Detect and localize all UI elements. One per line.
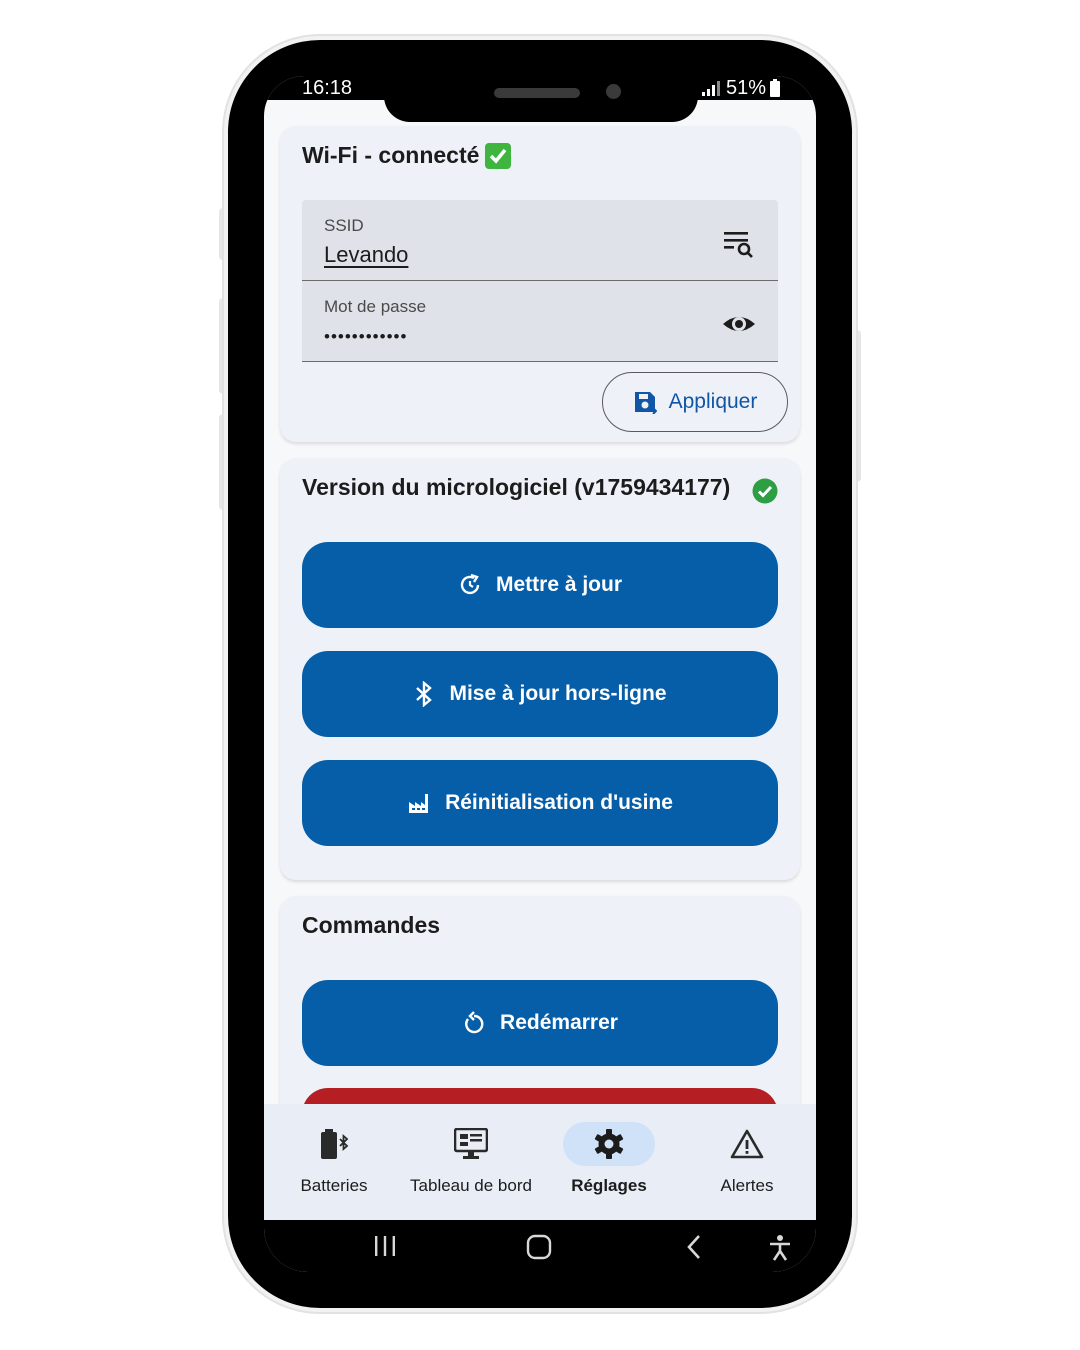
front-camera: [606, 84, 621, 99]
nav-label-alerts: Alertes: [720, 1176, 774, 1195]
nav-item-settings[interactable]: Réglages: [540, 1104, 678, 1220]
eye-icon[interactable]: [722, 307, 756, 341]
battery-icon: [770, 79, 780, 97]
battery-percent: 51%: [725, 77, 766, 99]
system-navigation-bar: [264, 1220, 816, 1272]
wifi-card: Wi-Fi - connecté SSID Levando Mot de pas…: [280, 126, 800, 442]
bixby-button: [219, 414, 227, 510]
restart-button[interactable]: Redémarrer: [302, 980, 778, 1066]
status-time: 16:18: [302, 77, 353, 99]
volume-down-button: [219, 298, 227, 394]
nav-item-alerts[interactable]: Alertes: [678, 1104, 816, 1220]
update-button[interactable]: Mettre à jour: [302, 542, 778, 628]
offline-update-label: Mise à jour hors-ligne: [449, 682, 667, 705]
nav-item-dashboard[interactable]: Tableau de bord: [402, 1104, 540, 1220]
warning-icon: [730, 1129, 764, 1159]
nav-label-settings: Réglages: [571, 1176, 647, 1195]
nav-label-dashboard: Tableau de bord: [410, 1176, 532, 1195]
restart-label: Redémarrer: [500, 1011, 618, 1034]
dashboard-icon: [454, 1128, 488, 1159]
bottom-navigation: Batteries Tableau de bord Réglages Alert…: [264, 1104, 816, 1220]
firmware-card: Version du micrologiciel (v1759434177) M…: [280, 458, 800, 880]
volume-up-button: [219, 208, 227, 260]
check-mark-icon: [485, 142, 512, 169]
save-icon: [634, 392, 657, 414]
factory-reset-button[interactable]: Réinitialisation d'usine: [302, 760, 778, 846]
camera-notch: [384, 76, 698, 122]
accessibility-icon[interactable]: [768, 1234, 792, 1262]
gear-icon: [594, 1129, 624, 1159]
recent-apps-icon[interactable]: [372, 1235, 398, 1257]
wifi-status-text: Wi-Fi - connecté: [302, 142, 480, 168]
nav-item-batteries[interactable]: Batteries: [265, 1104, 403, 1220]
back-icon[interactable]: [684, 1234, 704, 1260]
speaker-grille: [494, 88, 580, 98]
battery-bluetooth-icon: [321, 1129, 349, 1159]
commands-title: Commandes: [302, 912, 441, 938]
apply-button[interactable]: Appliquer: [602, 372, 788, 432]
ssid-field[interactable]: SSID Levando: [302, 200, 778, 281]
factory-reset-label: Réinitialisation d'usine: [445, 791, 673, 814]
password-field[interactable]: Mot de passe ••••••••••••: [302, 281, 778, 362]
power-button: [853, 330, 861, 482]
check-circle-icon: [752, 478, 778, 504]
search-list-icon[interactable]: [722, 226, 756, 260]
ssid-label: SSID: [324, 216, 364, 235]
nav-label-batteries: Batteries: [300, 1176, 368, 1195]
restart-icon: [465, 1011, 484, 1034]
apply-label: Appliquer: [668, 390, 758, 413]
update-icon: [460, 573, 480, 595]
signal-icon: [701, 81, 720, 96]
wifi-card-title: Wi-Fi - connecté: [302, 142, 512, 169]
home-icon[interactable]: [526, 1234, 552, 1260]
update-label: Mettre à jour: [495, 573, 623, 596]
password-label: Mot de passe: [324, 297, 427, 316]
firmware-title: Version du micrologiciel (v1759434177): [302, 474, 731, 500]
offline-update-button[interactable]: Mise à jour hors-ligne: [302, 651, 778, 737]
factory-icon: [409, 794, 429, 813]
ssid-value: Levando: [324, 242, 409, 267]
password-value: ••••••••••••: [324, 327, 408, 346]
bluetooth-icon: [416, 681, 433, 707]
status-indicators: 51%: [700, 76, 780, 100]
phone-screen: 16:18 51% Wi-Fi - connecté SSID Levando: [264, 76, 816, 1272]
